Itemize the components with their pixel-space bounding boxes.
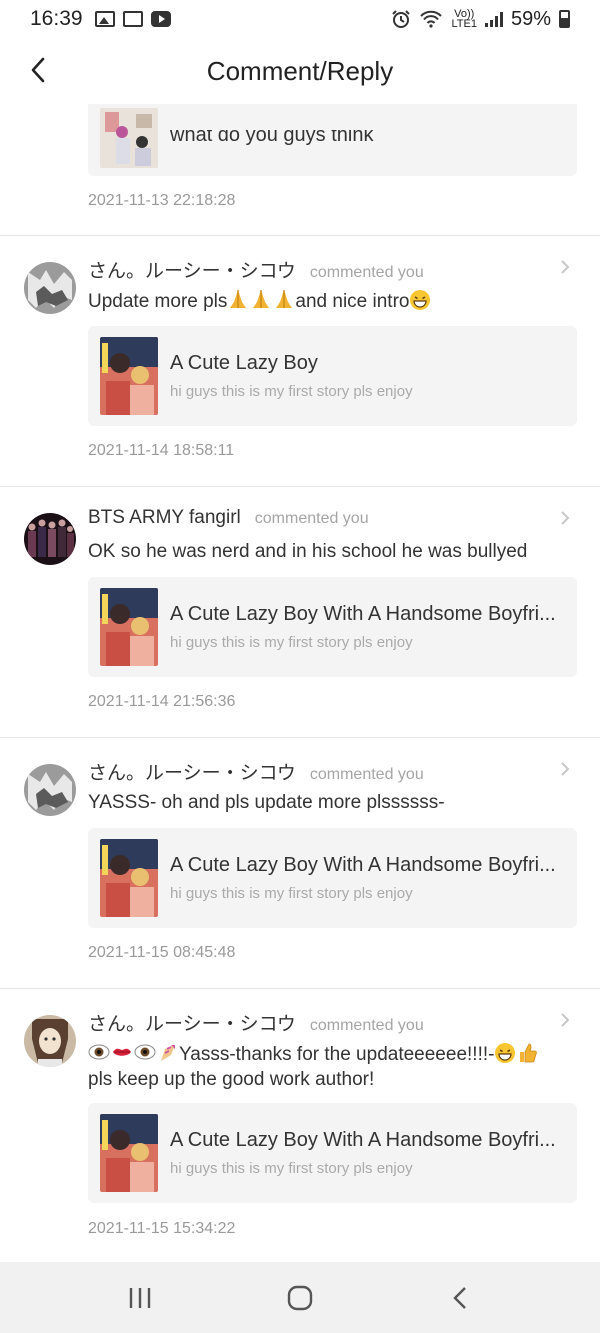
recent-apps-button[interactable]	[110, 1273, 170, 1323]
name-line: さん。ルーシー・シコウ commented you	[88, 1009, 424, 1036]
action-text: commented you	[309, 766, 424, 783]
lips-emoji-icon	[113, 1048, 131, 1056]
avatar[interactable]	[24, 513, 76, 565]
emoji-group	[227, 288, 295, 310]
user-name[interactable]: さん。ルーシー・シコウ	[88, 758, 296, 785]
chevron-right-icon[interactable]	[558, 509, 572, 527]
card-title: A Cute Lazy Boy With A Handsome Boyfri..…	[170, 603, 556, 625]
eye-emoji-icon	[134, 1044, 156, 1060]
avatar[interactable]	[24, 1015, 76, 1067]
work-card[interactable]: what do you guys think	[88, 104, 577, 176]
name-line: さん。ルーシー・シコウ commented you	[88, 256, 424, 283]
user-name[interactable]: さん。ルーシー・シコウ	[88, 256, 296, 283]
name-line: さん。ルーシー・シコウ commented you	[88, 758, 424, 785]
back-arrow-icon	[453, 1286, 466, 1309]
list-item[interactable]: BTS ARMY fangirl commented you OK so he …	[0, 487, 600, 738]
battery-percent: 59%	[510, 7, 551, 30]
app-header: Comment/Reply	[0, 38, 600, 104]
work-card[interactable]: A Cute Lazy Boy With A Handsome Boyfri..…	[88, 577, 577, 677]
chevron-left-icon	[31, 57, 45, 83]
battery-icon	[559, 10, 570, 28]
recent-apps-icon	[129, 1287, 151, 1308]
list-item[interactable]: さん。ルーシー・シコウ commented you YASSS- oh and …	[0, 738, 600, 989]
chevron-right-icon[interactable]	[558, 1011, 572, 1029]
card-subtitle: hi guys this is my first story pls enjoy	[170, 1160, 413, 1177]
name-line: BTS ARMY fangirl commented you	[88, 507, 369, 529]
card-title: A Cute Lazy Boy With A Handsome Boyfri..…	[170, 1129, 556, 1151]
list-item[interactable]: さん。ルーシー・シコウ commented you Yasss-thanks f…	[0, 989, 600, 1262]
action-text: commented you	[309, 264, 424, 281]
timestamp: 2021-11-14 18:58:11	[88, 442, 235, 459]
cover-thumbnail	[100, 839, 158, 917]
comment-text: YASSS- oh and pls update more plssssss-	[88, 792, 445, 813]
network-label: Vo)) LTE1	[451, 8, 477, 30]
list-item[interactable]: what do you guys think 2021-11-13 22:18:…	[0, 104, 600, 236]
work-card[interactable]: A Cute Lazy Boy With A Handsome Boyfri..…	[88, 828, 577, 928]
cover-thumbnail	[100, 337, 158, 415]
emoji-group	[88, 1041, 179, 1063]
pray-emoji-icon	[253, 290, 270, 308]
user-name[interactable]: BTS ARMY fangirl	[88, 507, 241, 529]
avatar[interactable]	[24, 764, 76, 816]
eye-emoji-icon	[88, 1044, 110, 1060]
status-time: 16:39	[30, 7, 83, 30]
comment-text: Yasss-thanks for the updateeeeee!!!!- pls…	[88, 1041, 578, 1092]
pray-emoji-icon	[230, 290, 247, 308]
system-back-button[interactable]	[430, 1273, 490, 1323]
wifi-icon	[420, 10, 443, 28]
signal-icon	[484, 11, 503, 27]
user-name[interactable]: さん。ルーシー・シコウ	[88, 1009, 296, 1036]
back-button[interactable]	[18, 50, 58, 90]
list-item[interactable]: さん。ルーシー・シコウ commented you Update more pl…	[0, 236, 600, 487]
card-title: what do you guys think	[170, 129, 374, 146]
cover-thumbnail	[100, 1114, 158, 1192]
card-text: what do you guys think	[170, 130, 577, 147]
thumbs-up-emoji-icon	[520, 1043, 538, 1063]
chevron-right-icon[interactable]	[558, 760, 572, 778]
grin-emoji-icon	[495, 1043, 516, 1063]
nail-polish-emoji-icon	[161, 1045, 175, 1061]
comment-text: OK so he was nerd and in his school he w…	[88, 541, 528, 562]
home-button[interactable]	[270, 1273, 330, 1323]
card-subtitle: hi guys this is my first story pls enjoy	[170, 634, 413, 651]
work-card[interactable]: A Cute Lazy Boy hi guys this is my first…	[88, 326, 577, 426]
system-nav-bar	[0, 1262, 600, 1333]
pray-emoji-icon	[276, 290, 293, 308]
card-text: A Cute Lazy Boy hi guys this is my first…	[170, 352, 577, 400]
avatar[interactable]	[24, 262, 76, 314]
comment-text: Update more pls and nice intro	[88, 288, 578, 314]
comment-list[interactable]: what do you guys think 2021-11-13 22:18:…	[0, 104, 600, 1262]
youtube-icon	[150, 11, 171, 27]
card-subtitle: hi guys this is my first story pls enjoy	[170, 383, 413, 400]
work-card[interactable]: A Cute Lazy Boy With A Handsome Boyfri..…	[88, 1103, 577, 1203]
gallery-icon	[94, 11, 115, 27]
card-title: A Cute Lazy Boy	[170, 352, 318, 374]
alarm-icon	[392, 10, 411, 28]
home-icon	[287, 1285, 313, 1310]
timestamp: 2021-11-15 15:34:22	[88, 1220, 236, 1237]
card-title: A Cute Lazy Boy With A Handsome Boyfri..…	[170, 854, 556, 876]
news-icon	[122, 11, 143, 27]
timestamp: 2021-11-14 21:56:36	[88, 693, 236, 710]
cover-thumbnail	[100, 588, 158, 666]
timestamp: 2021-11-13 22:18:28	[88, 192, 236, 209]
action-text: commented you	[254, 510, 369, 527]
page-title: Comment/Reply	[206, 55, 394, 86]
card-text: A Cute Lazy Boy With A Handsome Boyfri..…	[170, 854, 577, 902]
chevron-right-icon[interactable]	[558, 258, 572, 276]
timestamp: 2021-11-15 08:45:48	[88, 944, 236, 961]
card-text: A Cute Lazy Boy With A Handsome Boyfri..…	[170, 603, 577, 651]
card-text: A Cute Lazy Boy With A Handsome Boyfri..…	[170, 1129, 577, 1177]
card-subtitle: hi guys this is my first story pls enjoy	[170, 885, 413, 902]
grin-emoji-icon	[410, 290, 431, 310]
status-bar: 16:39 Vo)) LTE1 59%	[0, 0, 600, 38]
action-text: commented you	[309, 1017, 424, 1034]
cover-thumbnail	[100, 108, 158, 168]
